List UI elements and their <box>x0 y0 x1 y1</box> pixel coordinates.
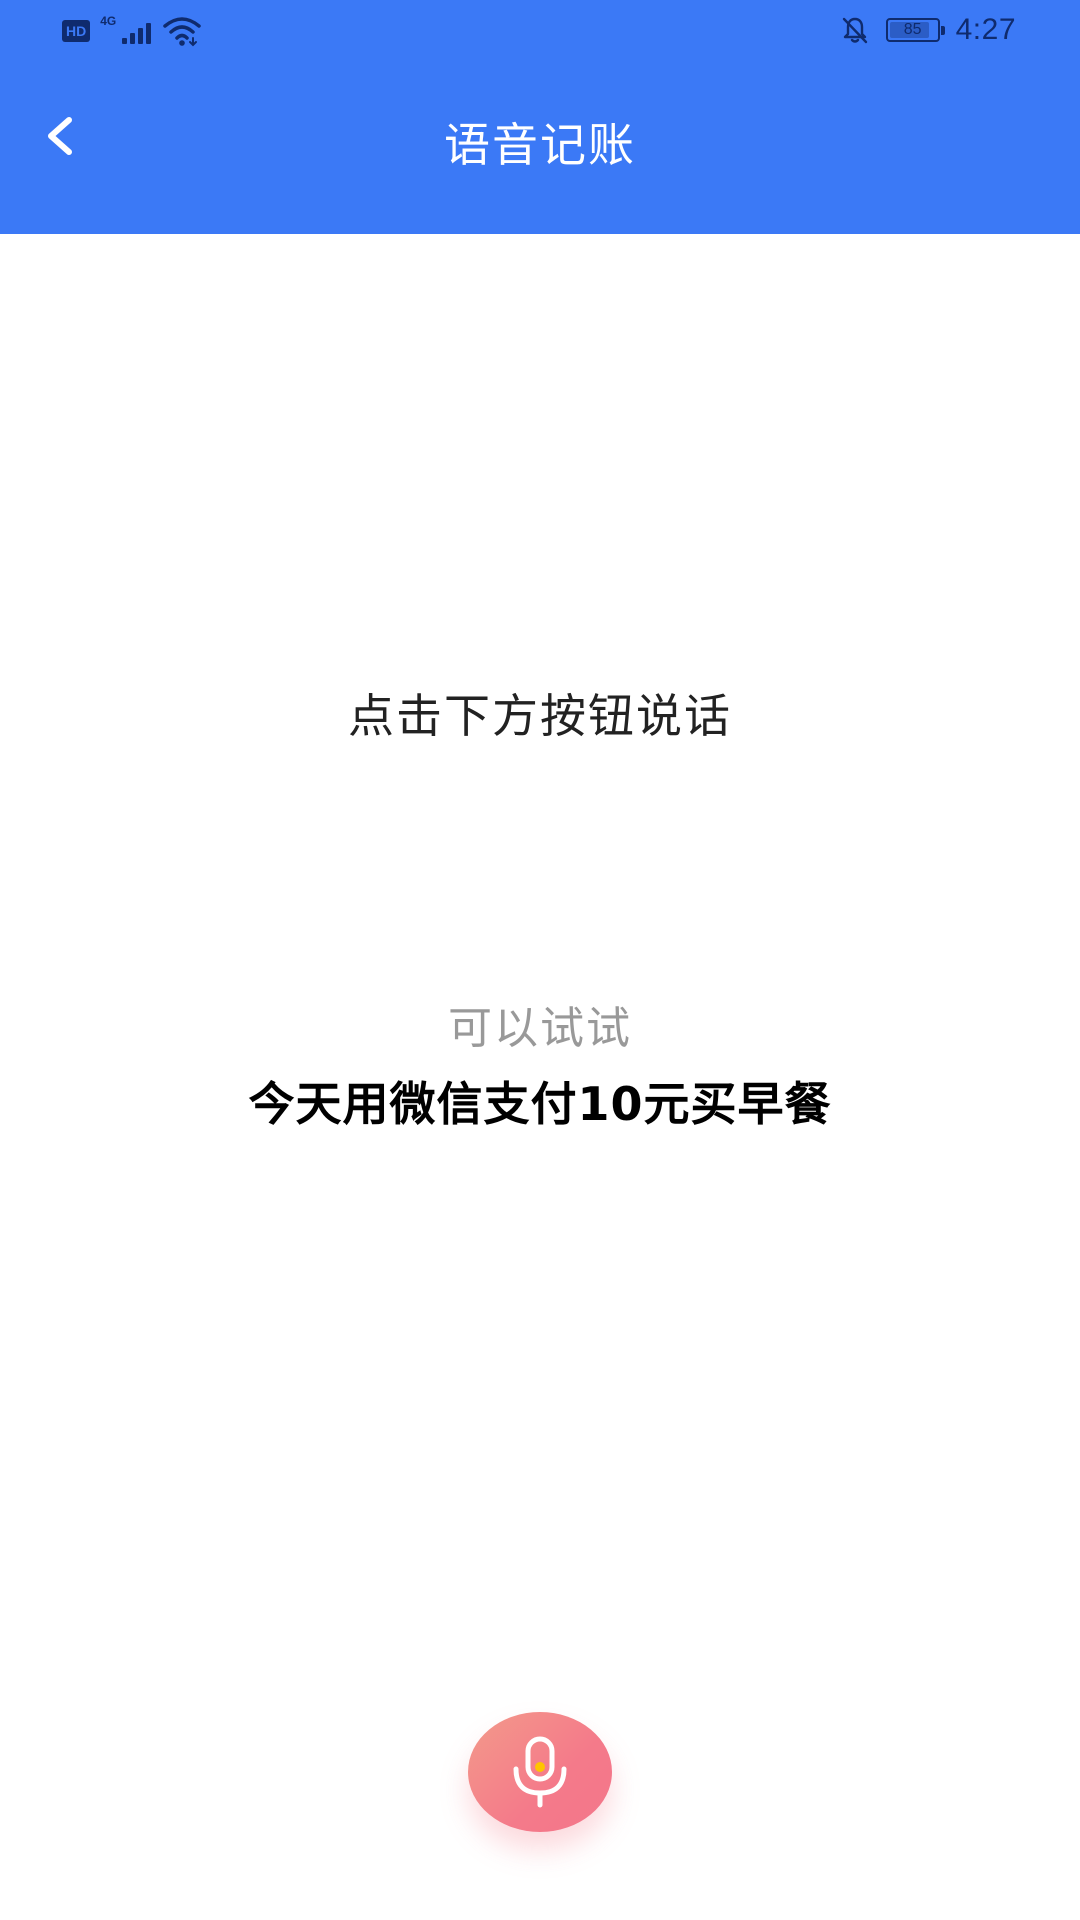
status-left: HD 4G <box>62 14 202 48</box>
hint-example: 今天用微信支付10元买早餐 <box>248 1077 832 1131</box>
instruction-text: 点击下方按钮说话 <box>348 689 732 743</box>
battery-icon: 85 <box>885 18 945 42</box>
status-time: 4:27 <box>955 13 1016 46</box>
status-bar: HD 4G 85 4:27 <box>0 0 1080 60</box>
microphone-icon <box>513 1736 567 1808</box>
battery-level: 85 <box>903 21 922 38</box>
network-type-label: 4G <box>100 14 117 28</box>
hint-label: 可以试试 <box>448 1003 632 1054</box>
microphone-button[interactable] <box>468 1712 612 1832</box>
page-title: 语音记账 <box>444 118 636 172</box>
wifi-icon <box>163 17 201 47</box>
signal-bar-2 <box>130 33 136 44</box>
status-right: 85 4:27 <box>840 10 1016 50</box>
notifications-off-icon <box>842 17 867 44</box>
battery-nub <box>940 26 945 35</box>
signal-bar-1 <box>122 38 128 44</box>
header: HD 4G 85 4:27 语音记账 <box>0 0 1080 234</box>
hd-icon: HD <box>62 20 91 42</box>
signal-icon: 4G <box>100 14 152 48</box>
signal-bar-3 <box>138 28 144 44</box>
signal-bar-4 <box>146 23 152 44</box>
